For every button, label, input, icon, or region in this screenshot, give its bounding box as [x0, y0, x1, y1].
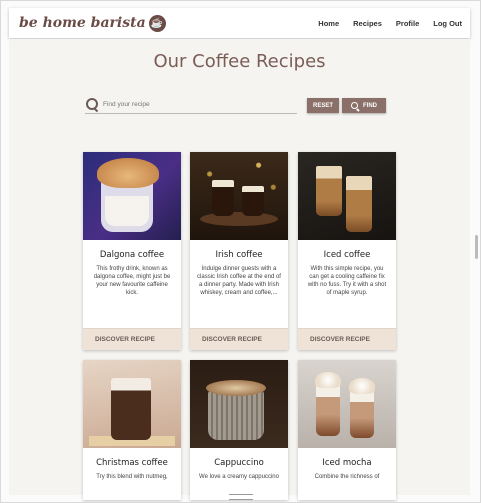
nav-recipes[interactable]: Recipes — [353, 19, 382, 28]
recipe-description: With this simple recipe, you can get a c… — [307, 266, 387, 297]
recipe-card-dalgona: Dalgona coffee This frothy drink, known … — [83, 152, 181, 350]
recipe-image[interactable] — [190, 152, 288, 240]
discover-recipe-link[interactable]: DISCOVER RECIPE — [190, 328, 288, 350]
resize-handle[interactable] — [229, 494, 253, 500]
recipe-image[interactable] — [298, 152, 396, 240]
discover-recipe-link[interactable]: DISCOVER RECIPE — [298, 328, 396, 350]
nav-logout[interactable]: Log Out — [433, 19, 462, 28]
search-field — [85, 96, 297, 114]
recipe-image[interactable] — [298, 360, 396, 448]
reset-button[interactable]: RESET — [307, 98, 339, 113]
recipe-title: Dalgona coffee — [99, 250, 165, 260]
recipe-image[interactable] — [190, 360, 288, 448]
recipe-description: This frothy drink, known as dalgona coff… — [93, 266, 171, 297]
search-icon — [351, 101, 359, 110]
recipe-card-christmas: Christmas coffee Try this blend with nut… — [83, 360, 181, 500]
recipe-title: Christmas coffee — [96, 458, 168, 468]
recipe-card-cappuccino: Cappuccino We love a creamy cappuccino — [190, 360, 288, 500]
recipe-image[interactable] — [83, 152, 181, 240]
vertical-scroll-handle[interactable] — [475, 235, 478, 259]
brand-name: be home barista — [19, 15, 146, 31]
recipe-card-iced: Iced coffee With this simple recipe, you… — [298, 152, 396, 350]
nav-profile[interactable]: Profile — [396, 19, 419, 28]
recipe-description: Try this blend with nutmeg, — [96, 474, 168, 480]
find-button[interactable]: FIND — [342, 98, 386, 113]
search-input[interactable] — [103, 101, 283, 108]
coffee-cup-icon: ☕ — [148, 14, 166, 32]
recipe-title: Iced mocha — [322, 458, 372, 468]
brand-logo[interactable]: be home barista ☕ — [19, 14, 166, 32]
recipe-description: Combine the richness of — [314, 474, 380, 480]
recipe-title: Iced coffee — [323, 250, 371, 260]
recipe-description: Indulge dinner guests with a classic Iri… — [197, 266, 281, 297]
search-icon — [85, 97, 99, 112]
browser-window: be home barista ☕ Home Recipes Profile L… — [0, 0, 481, 503]
reset-button-label: RESET — [312, 102, 333, 109]
navbar: be home barista ☕ Home Recipes Profile L… — [9, 8, 470, 38]
recipe-card-irish: Irish coffee Indulge dinner guests with … — [190, 152, 288, 350]
recipe-title: Irish coffee — [215, 250, 263, 260]
nav-home[interactable]: Home — [318, 19, 339, 28]
find-button-label: FIND — [363, 102, 377, 109]
recipe-image[interactable] — [83, 360, 181, 448]
discover-recipe-link[interactable]: DISCOVER RECIPE — [83, 328, 181, 350]
recipe-card-iced-mocha: Iced mocha Combine the richness of — [298, 360, 396, 500]
page-title: Our Coffee Recipes — [153, 51, 326, 72]
recipe-title: Cappuccino — [214, 458, 264, 468]
nav-links: Home Recipes Profile Log Out — [318, 19, 462, 28]
main-content: Our Coffee Recipes RESET FIND Dalgona co… — [9, 39, 470, 500]
